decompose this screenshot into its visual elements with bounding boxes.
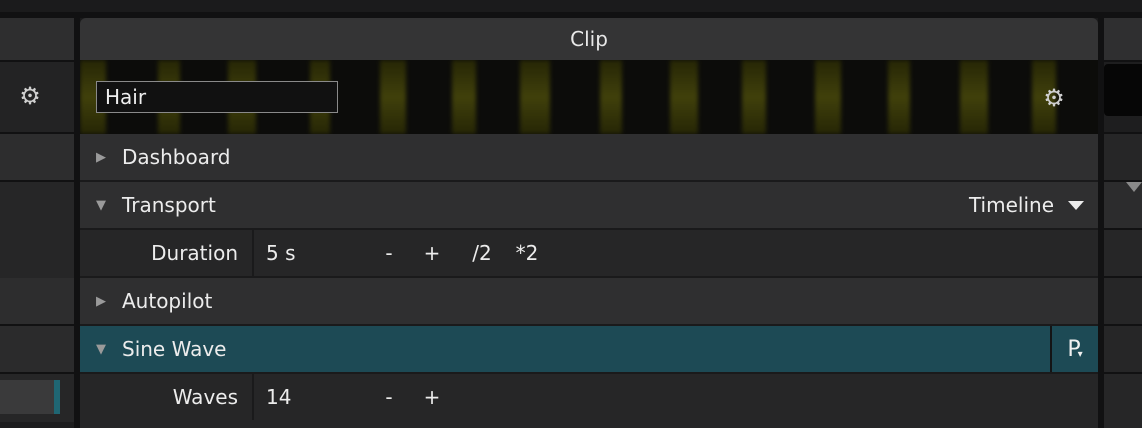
waves-label: Waves [172, 385, 238, 409]
right-panel-row[interactable] [1104, 278, 1142, 324]
right-panel-row[interactable] [1104, 374, 1142, 428]
clip-panel-title: Clip [80, 18, 1098, 60]
section-label: Autopilot [122, 289, 213, 313]
section-transport[interactable]: ▼ Transport Timeline [80, 182, 1098, 228]
section-sine-wave[interactable]: ▼ Sine Wave P ▾ [80, 326, 1098, 372]
right-panel-row[interactable] [1104, 134, 1142, 180]
preset-dropdown-icon: ▾ [1077, 348, 1083, 360]
left-panel-footer [0, 422, 74, 428]
waves-minus-button[interactable]: - [372, 385, 406, 409]
section-label: Transport [122, 193, 216, 217]
transport-mode-dropdown[interactable]: Timeline [969, 193, 1084, 217]
duration-plus-button[interactable]: + [406, 241, 458, 265]
section-label: Dashboard [122, 145, 231, 169]
left-panel-row[interactable] [0, 182, 74, 278]
gear-icon[interactable]: ⚙ [18, 84, 42, 108]
duration-label: Duration [151, 241, 238, 265]
clip-settings-gear-icon[interactable]: ⚙ [1042, 86, 1066, 110]
left-panel-header [0, 18, 74, 60]
duration-half-button[interactable]: /2 [458, 241, 506, 265]
expand-triangle-icon[interactable]: ▶ [80, 294, 122, 309]
right-panel-row[interactable] [1104, 230, 1142, 276]
chevron-down-icon[interactable] [1126, 182, 1142, 192]
right-panel-box[interactable] [1104, 64, 1142, 116]
left-panel-row[interactable] [0, 134, 74, 180]
section-autopilot[interactable]: ▶ Autopilot [80, 278, 1098, 324]
left-panel-slider-accent [54, 380, 60, 414]
top-strip [0, 0, 1142, 12]
section-dashboard[interactable]: ▶ Dashboard [80, 134, 1098, 180]
duration-double-button[interactable]: *2 [506, 241, 548, 265]
preset-button[interactable]: P ▾ [1050, 326, 1098, 372]
chevron-down-icon [1068, 200, 1084, 210]
waves-plus-button[interactable]: + [406, 385, 458, 409]
next-row-partial [80, 420, 1098, 428]
right-panel-row[interactable] [1104, 326, 1142, 372]
left-panel-row[interactable] [0, 326, 74, 372]
waves-value-field[interactable]: 14 [254, 385, 372, 409]
expand-triangle-icon[interactable]: ▶ [80, 150, 122, 165]
clip-name-input[interactable] [96, 81, 338, 113]
left-panel-toolbar: ⚙ [0, 62, 74, 132]
right-panel-header [1104, 18, 1142, 60]
waves-param-row: Waves 14 - + [80, 374, 1098, 420]
transport-mode-value: Timeline [968, 193, 1054, 217]
section-label: Sine Wave [122, 337, 227, 361]
left-panel-row[interactable] [0, 278, 74, 324]
duration-param-row: Duration 5 s - + /2 *2 [80, 230, 1098, 276]
left-panel-slider[interactable] [0, 380, 60, 414]
duration-minus-button[interactable]: - [372, 241, 406, 265]
duration-value-field[interactable]: 5 s [254, 241, 372, 265]
collapse-triangle-icon[interactable]: ▼ [80, 198, 122, 213]
collapse-triangle-icon[interactable]: ▼ [80, 342, 122, 357]
